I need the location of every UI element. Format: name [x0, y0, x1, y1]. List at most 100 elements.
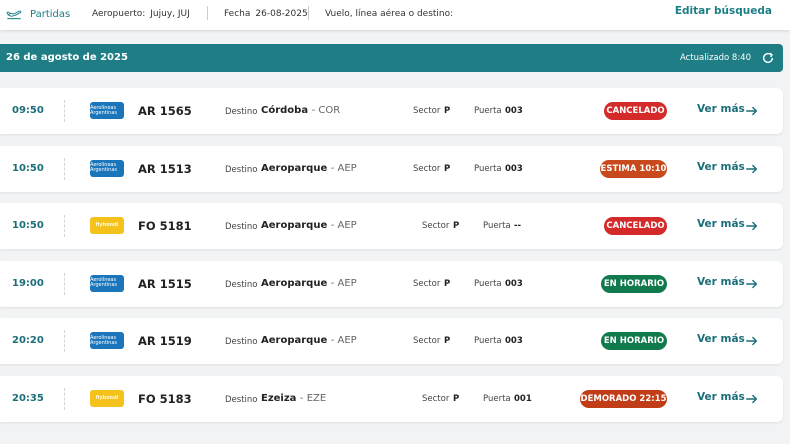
- separator: [207, 6, 208, 20]
- airport-value: Jujuy, JUJ: [150, 9, 190, 19]
- plane-takeoff-icon: [6, 10, 22, 20]
- date-header-bar: 26 de agosto de 2025 Actualizado 8:40: [0, 44, 783, 72]
- flight-number: FO 5183: [138, 391, 192, 406]
- flight-row[interactable]: 20:35 flybondi FO 5183 Destino Ezeiza - EZE S…: [0, 375, 783, 422]
- destination-city-name: Ezeiza: [261, 392, 297, 404]
- sector-label: Sector: [413, 106, 441, 116]
- see-more-link[interactable]: Ver más: [697, 391, 745, 403]
- row-divider: [64, 330, 65, 352]
- see-more-link[interactable]: Ver más: [697, 276, 745, 288]
- departure-time: 09:50: [12, 105, 44, 116]
- sector-value: P: [444, 278, 451, 289]
- row-divider: [64, 215, 65, 237]
- date-label: Fecha: [224, 9, 251, 19]
- arrow-right-icon[interactable]: [745, 334, 759, 348]
- sector-value: P: [453, 221, 460, 231]
- see-more-link[interactable]: Ver más: [697, 333, 745, 345]
- destination-city: Aeroparque - AEP: [261, 220, 357, 231]
- flight-number: AR 1513: [138, 161, 192, 176]
- sector-label: Sector: [413, 278, 441, 289]
- destination-label: Destino: [225, 222, 258, 232]
- destination-city: Ezeiza - EZE: [261, 393, 326, 404]
- destination-city-name: Aeroparque: [261, 335, 328, 346]
- sector-label: Sector: [422, 393, 450, 404]
- destination-city: Aeroparque - AEP: [261, 335, 357, 346]
- arrow-right-icon[interactable]: [745, 104, 759, 118]
- flight-search-filter[interactable]: Vuelo, línea aérea o destino:: [325, 9, 453, 19]
- arrow-right-icon[interactable]: [745, 162, 759, 176]
- flight-row[interactable]: 20:20 Aerolíneas Argentinas AR 1519 Destino…: [0, 318, 783, 364]
- flight-row[interactable]: 10:50 flybondi FO 5181 Destino Aeroparque - …: [0, 203, 783, 249]
- arrow-right-icon[interactable]: [745, 277, 759, 291]
- destination-code: - AEP: [330, 335, 357, 346]
- see-more-link[interactable]: Ver más: [697, 218, 745, 230]
- sector-label: Sector: [413, 163, 441, 174]
- gate-value: 003: [505, 163, 523, 174]
- destination-city: Aeroparque - AEP: [261, 278, 357, 289]
- flight-row[interactable]: 19:00 Aerolíneas Argentinas AR 1515 Destino…: [0, 260, 783, 307]
- row-divider: [64, 157, 65, 180]
- arrow-right-icon[interactable]: [745, 219, 759, 233]
- sector-label: Sector: [422, 221, 450, 231]
- destination-city-name: Aeroparque: [261, 162, 328, 174]
- airline-logo: flybondi: [90, 389, 124, 407]
- date-value: 26-08-2025: [255, 9, 308, 19]
- departure-time: 20:20: [12, 335, 44, 346]
- gate-label: Puerta: [474, 106, 502, 116]
- arrow-right-icon[interactable]: [745, 392, 759, 406]
- airline-logo: Aerolíneas Argentinas: [90, 159, 124, 177]
- sector-value: P: [453, 393, 460, 404]
- flight-row[interactable]: 09:50 Aerolíneas Argentinas AR 1565 Destino…: [0, 88, 783, 134]
- gate-label: Puerta: [474, 163, 502, 174]
- row-divider: [64, 272, 65, 295]
- destination-code: - AEP: [330, 220, 357, 231]
- gate-value: 003: [505, 278, 523, 289]
- edit-search-button[interactable]: Editar búsqueda: [675, 5, 772, 17]
- status-badge: EN HORARIO: [601, 332, 667, 350]
- sector-value: P: [444, 106, 451, 116]
- destination-city: Aeroparque - AEP: [261, 163, 357, 174]
- status-badge: DEMORADO 22:15: [580, 389, 667, 408]
- airport-filter[interactable]: Aeropuerto: Jujuy, JUJ: [92, 9, 190, 19]
- departure-time: 10:50: [12, 162, 44, 174]
- status-badge: EN HORARIO: [601, 274, 667, 293]
- date-filter[interactable]: Fecha 26-08-2025: [224, 9, 308, 19]
- airport-label: Aeropuerto:: [92, 9, 146, 19]
- status-badge: ESTIMA 10:10: [600, 159, 667, 178]
- mode-label: Partidas: [30, 8, 71, 20]
- row-divider: [64, 100, 65, 122]
- destination-code: - AEP: [330, 277, 357, 289]
- departure-time: 20:35: [12, 392, 44, 404]
- flight-row[interactable]: 10:50 Aerolíneas Argentinas AR 1513 Destino…: [0, 145, 783, 192]
- destination-code: - AEP: [330, 162, 357, 174]
- destination-code: - EZE: [299, 392, 327, 404]
- airline-logo: flybondi: [90, 217, 124, 234]
- destination-label: Destino: [225, 107, 258, 117]
- sector-value: P: [444, 163, 451, 174]
- destination-label: Destino: [225, 394, 258, 405]
- date-heading: 26 de agosto de 2025: [6, 52, 128, 63]
- gate-value: 003: [505, 336, 523, 346]
- see-more-link[interactable]: Ver más: [697, 103, 745, 115]
- destination-label: Destino: [225, 164, 258, 175]
- destination-city-name: Aeroparque: [261, 220, 328, 231]
- gate-label: Puerta: [483, 393, 511, 404]
- row-divider: [64, 387, 65, 410]
- mode-departures[interactable]: Partidas: [6, 7, 70, 21]
- search-summary-bar: Partidas Aeropuerto: Jujuy, JUJ Fecha 26…: [0, 0, 790, 30]
- refresh-icon[interactable]: [761, 51, 775, 65]
- destination-label: Destino: [225, 337, 258, 347]
- flight-number: AR 1515: [138, 276, 192, 291]
- flight-number: AR 1519: [138, 334, 192, 348]
- destination-city-name: Aeroparque: [261, 277, 328, 289]
- sector-value: P: [444, 336, 451, 346]
- destination-label: Destino: [225, 279, 258, 290]
- destination-city: Córdoba - COR: [261, 105, 340, 116]
- departure-time: 19:00: [12, 277, 44, 289]
- see-more-link[interactable]: Ver más: [697, 161, 745, 173]
- airline-logo: Aerolíneas Argentinas: [90, 274, 124, 292]
- gate-value: --: [514, 221, 522, 231]
- flight-number: AR 1565: [138, 104, 192, 118]
- flight-number: FO 5181: [138, 219, 192, 233]
- gate-label: Puerta: [474, 278, 502, 289]
